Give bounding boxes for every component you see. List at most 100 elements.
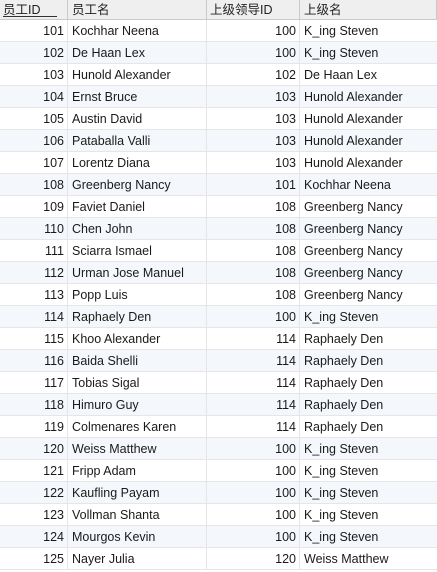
column-header-employee-name[interactable]: 员工名 <box>68 0 207 19</box>
employee-name-cell[interactable]: Ernst Bruce <box>68 86 207 107</box>
table-row[interactable]: 121 Fripp Adam 100 K_ing Steven <box>0 460 437 482</box>
employee-name-cell[interactable]: Colmenares Karen <box>68 416 207 437</box>
manager-name-cell[interactable]: De Haan Lex <box>300 64 437 85</box>
employee-name-cell[interactable]: Baida Shelli <box>68 350 207 371</box>
manager-name-cell[interactable]: Hunold Alexander <box>300 152 437 173</box>
employee-name-cell[interactable]: Urman Jose Manuel <box>68 262 207 283</box>
manager-id-cell[interactable]: 102 <box>207 64 300 85</box>
employee-name-cell[interactable]: Khoo Alexander <box>68 328 207 349</box>
manager-id-cell[interactable]: 108 <box>207 262 300 283</box>
employee-name-cell[interactable]: Kochhar Neena <box>68 20 207 41</box>
employee-name-cell[interactable]: Popp Luis <box>68 284 207 305</box>
manager-id-cell[interactable]: 103 <box>207 108 300 129</box>
manager-id-cell[interactable]: 103 <box>207 152 300 173</box>
manager-id-cell[interactable]: 114 <box>207 394 300 415</box>
manager-id-cell[interactable]: 108 <box>207 240 300 261</box>
manager-name-cell[interactable]: K_ing Steven <box>300 306 437 327</box>
employee-id-cell[interactable]: 117 <box>0 372 68 393</box>
manager-id-cell[interactable]: 114 <box>207 416 300 437</box>
employee-name-cell[interactable]: De Haan Lex <box>68 42 207 63</box>
table-row[interactable]: 110 Chen John 108 Greenberg Nancy <box>0 218 437 240</box>
employee-id-cell[interactable]: 112 <box>0 262 68 283</box>
column-header-manager-id[interactable]: 上级领导ID <box>207 0 300 19</box>
employee-id-cell[interactable]: 124 <box>0 526 68 547</box>
employee-id-cell[interactable]: 123 <box>0 504 68 525</box>
manager-id-cell[interactable]: 103 <box>207 86 300 107</box>
table-row[interactable]: 113 Popp Luis 108 Greenberg Nancy <box>0 284 437 306</box>
employee-id-cell[interactable]: 101 <box>0 20 68 41</box>
employee-id-cell[interactable]: 107 <box>0 152 68 173</box>
employee-id-cell[interactable]: 120 <box>0 438 68 459</box>
manager-name-cell[interactable]: Hunold Alexander <box>300 130 437 151</box>
manager-id-cell[interactable]: 108 <box>207 284 300 305</box>
manager-name-cell[interactable]: Greenberg Nancy <box>300 196 437 217</box>
manager-id-cell[interactable]: 108 <box>207 218 300 239</box>
manager-id-cell[interactable]: 114 <box>207 328 300 349</box>
manager-id-cell[interactable]: 103 <box>207 130 300 151</box>
employee-id-cell[interactable]: 115 <box>0 328 68 349</box>
employee-name-cell[interactable]: Raphaely Den <box>68 306 207 327</box>
employee-id-cell[interactable]: 104 <box>0 86 68 107</box>
manager-name-cell[interactable]: K_ing Steven <box>300 42 437 63</box>
employee-id-cell[interactable]: 109 <box>0 196 68 217</box>
table-row[interactable]: 124 Mourgos Kevin 100 K_ing Steven <box>0 526 437 548</box>
manager-name-cell[interactable]: Greenberg Nancy <box>300 218 437 239</box>
table-row[interactable]: 114 Raphaely Den 100 K_ing Steven <box>0 306 437 328</box>
manager-id-cell[interactable]: 101 <box>207 174 300 195</box>
employee-id-cell[interactable]: 102 <box>0 42 68 63</box>
employee-name-cell[interactable]: Nayer Julia <box>68 548 207 569</box>
employee-name-cell[interactable]: Hunold Alexander <box>68 64 207 85</box>
column-header-manager-name[interactable]: 上级名 <box>300 0 437 19</box>
employee-id-cell[interactable]: 114 <box>0 306 68 327</box>
employee-id-cell[interactable]: 122 <box>0 482 68 503</box>
employee-id-cell[interactable]: 113 <box>0 284 68 305</box>
table-row[interactable]: 103 Hunold Alexander 102 De Haan Lex <box>0 64 437 86</box>
manager-id-cell[interactable]: 114 <box>207 350 300 371</box>
manager-id-cell[interactable]: 100 <box>207 482 300 503</box>
employee-name-cell[interactable]: Chen John <box>68 218 207 239</box>
manager-name-cell[interactable]: Raphaely Den <box>300 394 437 415</box>
employee-name-cell[interactable]: Mourgos Kevin <box>68 526 207 547</box>
manager-name-cell[interactable]: Greenberg Nancy <box>300 262 437 283</box>
table-row[interactable]: 120 Weiss Matthew 100 K_ing Steven <box>0 438 437 460</box>
manager-id-cell[interactable]: 108 <box>207 196 300 217</box>
column-header-employee-id[interactable]: 员工ID <box>0 0 68 19</box>
manager-id-cell[interactable]: 114 <box>207 372 300 393</box>
table-row[interactable]: 109 Faviet Daniel 108 Greenberg Nancy <box>0 196 437 218</box>
manager-name-cell[interactable]: Raphaely Den <box>300 416 437 437</box>
employee-name-cell[interactable]: Sciarra Ismael <box>68 240 207 261</box>
manager-name-cell[interactable]: Kochhar Neena <box>300 174 437 195</box>
manager-id-cell[interactable]: 120 <box>207 548 300 569</box>
employee-name-cell[interactable]: Faviet Daniel <box>68 196 207 217</box>
manager-name-cell[interactable]: Greenberg Nancy <box>300 240 437 261</box>
employee-name-cell[interactable]: Austin David <box>68 108 207 129</box>
table-row[interactable]: 118 Himuro Guy 114 Raphaely Den <box>0 394 437 416</box>
employee-id-cell[interactable]: 111 <box>0 240 68 261</box>
table-row[interactable]: 106 Pataballa Valli 103 Hunold Alexander <box>0 130 437 152</box>
employee-id-cell[interactable]: 106 <box>0 130 68 151</box>
employee-name-cell[interactable]: Vollman Shanta <box>68 504 207 525</box>
table-row[interactable]: 117 Tobias Sigal 114 Raphaely Den <box>0 372 437 394</box>
table-row[interactable]: 108 Greenberg Nancy 101 Kochhar Neena <box>0 174 437 196</box>
employee-id-cell[interactable]: 110 <box>0 218 68 239</box>
employee-name-cell[interactable]: Greenberg Nancy <box>68 174 207 195</box>
manager-id-cell[interactable]: 100 <box>207 42 300 63</box>
table-row[interactable]: 122 Kaufling Payam 100 K_ing Steven <box>0 482 437 504</box>
employee-id-cell[interactable]: 108 <box>0 174 68 195</box>
table-row[interactable]: 102 De Haan Lex 100 K_ing Steven <box>0 42 437 64</box>
employee-id-cell[interactable]: 103 <box>0 64 68 85</box>
table-row[interactable]: 105 Austin David 103 Hunold Alexander <box>0 108 437 130</box>
employee-name-cell[interactable]: Tobias Sigal <box>68 372 207 393</box>
employee-id-cell[interactable]: 121 <box>0 460 68 481</box>
table-row[interactable]: 123 Vollman Shanta 100 K_ing Steven <box>0 504 437 526</box>
manager-id-cell[interactable]: 100 <box>207 306 300 327</box>
manager-id-cell[interactable]: 100 <box>207 460 300 481</box>
employee-name-cell[interactable]: Fripp Adam <box>68 460 207 481</box>
employee-id-cell[interactable]: 119 <box>0 416 68 437</box>
employee-name-cell[interactable]: Weiss Matthew <box>68 438 207 459</box>
employee-id-cell[interactable]: 118 <box>0 394 68 415</box>
manager-id-cell[interactable]: 100 <box>207 526 300 547</box>
table-row[interactable]: 111 Sciarra Ismael 108 Greenberg Nancy <box>0 240 437 262</box>
manager-name-cell[interactable]: Hunold Alexander <box>300 86 437 107</box>
manager-name-cell[interactable]: K_ing Steven <box>300 482 437 503</box>
